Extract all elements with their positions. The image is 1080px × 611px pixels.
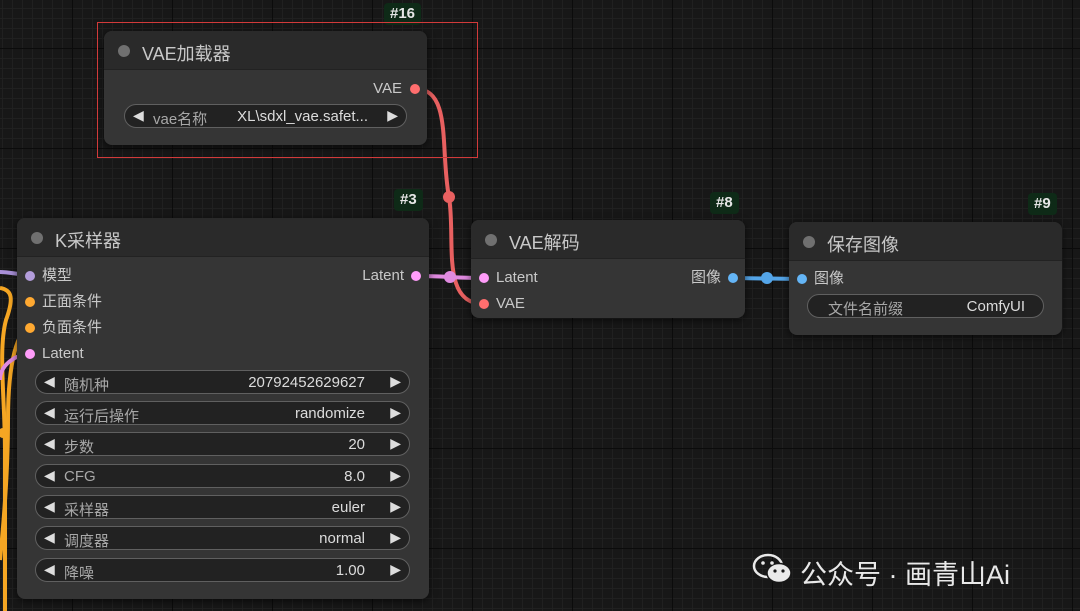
widget-value: ComfyUI <box>966 298 1025 315</box>
node-title: K采样器 <box>55 231 122 251</box>
positive-input-port[interactable] <box>25 297 35 307</box>
selection-box <box>97 22 478 158</box>
ksampler-node[interactable]: K采样器 模型 正面条件 负面条件 Latent Latent ◀ 随机种 20… <box>17 218 429 599</box>
node-id-badge: #9 <box>1028 193 1057 215</box>
widget-value: 20792452629627 <box>248 374 365 391</box>
sampler-widget[interactable]: ◀ 采样器 euler ▶ <box>35 495 410 519</box>
widget-label: 文件名前缀 <box>828 301 904 318</box>
input-port-label: 模型 <box>42 267 73 284</box>
right-arrow-icon[interactable]: ▶ <box>390 561 401 578</box>
widget-value: euler <box>331 499 365 516</box>
node-id-badge: #3 <box>394 189 423 211</box>
output-port-label: 图像 <box>690 269 721 286</box>
latent-input-port[interactable] <box>25 349 35 359</box>
left-arrow-icon[interactable]: ◀ <box>44 529 55 546</box>
latent-wire-midpoint <box>444 271 456 283</box>
widget-value: normal <box>319 530 365 547</box>
filename-prefix-widget[interactable]: 文件名前缀 ComfyUI <box>807 294 1044 318</box>
widget-label: 运行后操作 <box>64 408 140 425</box>
collapse-dot-icon[interactable] <box>485 234 497 246</box>
output-port-label: Latent <box>362 267 404 284</box>
input-port-label: VAE <box>496 295 525 312</box>
node-id-badge: #8 <box>710 192 739 214</box>
right-arrow-icon[interactable]: ▶ <box>390 529 401 546</box>
left-arrow-icon[interactable]: ◀ <box>44 498 55 515</box>
input-port-label: Latent <box>42 345 84 362</box>
right-arrow-icon[interactable]: ▶ <box>390 498 401 515</box>
model-input-port[interactable] <box>25 271 35 281</box>
collapse-dot-icon[interactable] <box>803 236 815 248</box>
left-arrow-icon[interactable]: ◀ <box>44 467 55 484</box>
node-title: 保存图像 <box>827 235 899 255</box>
input-port-label: 正面条件 <box>42 293 103 310</box>
seed-widget[interactable]: ◀ 随机种 20792452629627 ▶ <box>35 370 410 394</box>
scheduler-widget[interactable]: ◀ 调度器 normal ▶ <box>35 526 410 550</box>
vae-decode-node[interactable]: VAE解码 Latent VAE 图像 <box>471 220 745 318</box>
widget-label: 调度器 <box>64 533 110 550</box>
node-title-bar[interactable]: 保存图像 <box>789 222 1062 261</box>
node-title-bar[interactable]: VAE解码 <box>471 220 745 259</box>
image-input-port[interactable] <box>797 274 807 284</box>
latent-output-port[interactable] <box>411 271 421 281</box>
widget-label: 步数 <box>64 439 95 456</box>
watermark-text: 公众号 · 画青山Ai <box>800 560 1011 590</box>
steps-widget[interactable]: ◀ 步数 20 ▶ <box>35 432 410 456</box>
save-image-node[interactable]: 保存图像 图像 文件名前缀 ComfyUI <box>789 222 1062 335</box>
widget-value: 1.00 <box>335 562 365 579</box>
right-arrow-icon[interactable]: ▶ <box>390 467 401 484</box>
right-arrow-icon[interactable]: ▶ <box>390 435 401 452</box>
collapse-dot-icon[interactable] <box>31 232 43 244</box>
input-port-label: 负面条件 <box>42 319 103 336</box>
denoise-widget[interactable]: ◀ 降噪 1.00 ▶ <box>35 558 410 582</box>
vae-input-port[interactable] <box>479 299 489 309</box>
negative-input-port[interactable] <box>25 323 35 333</box>
image-wire-midpoint <box>761 272 773 284</box>
latent-input-port[interactable] <box>479 273 489 283</box>
input-port-label: 图像 <box>814 270 845 287</box>
input-port-label: Latent <box>496 269 538 286</box>
widget-label: 采样器 <box>64 502 110 519</box>
widget-label: 降噪 <box>64 565 95 582</box>
widget-label: CFG <box>64 468 96 485</box>
node-title: VAE解码 <box>509 233 580 253</box>
vae-wire-midpoint <box>443 191 455 203</box>
widget-value: 20 <box>348 436 365 453</box>
right-arrow-icon[interactable]: ▶ <box>390 373 401 390</box>
wechat-icon <box>752 553 792 584</box>
left-arrow-icon[interactable]: ◀ <box>44 404 55 421</box>
watermark: 公众号 · 画青山Ai <box>752 552 1010 590</box>
node-title-bar[interactable]: K采样器 <box>17 218 429 257</box>
widget-value: 8.0 <box>344 468 365 485</box>
image-output-port[interactable] <box>728 273 738 283</box>
control-after-generate-widget[interactable]: ◀ 运行后操作 randomize ▶ <box>35 401 410 425</box>
widget-label: 随机种 <box>64 377 110 394</box>
cfg-widget[interactable]: ◀ CFG 8.0 ▶ <box>35 464 410 488</box>
left-arrow-icon[interactable]: ◀ <box>44 561 55 578</box>
widget-value: randomize <box>294 405 365 422</box>
right-arrow-icon[interactable]: ▶ <box>390 404 401 421</box>
left-arrow-icon[interactable]: ◀ <box>44 435 55 452</box>
left-arrow-icon[interactable]: ◀ <box>44 373 55 390</box>
